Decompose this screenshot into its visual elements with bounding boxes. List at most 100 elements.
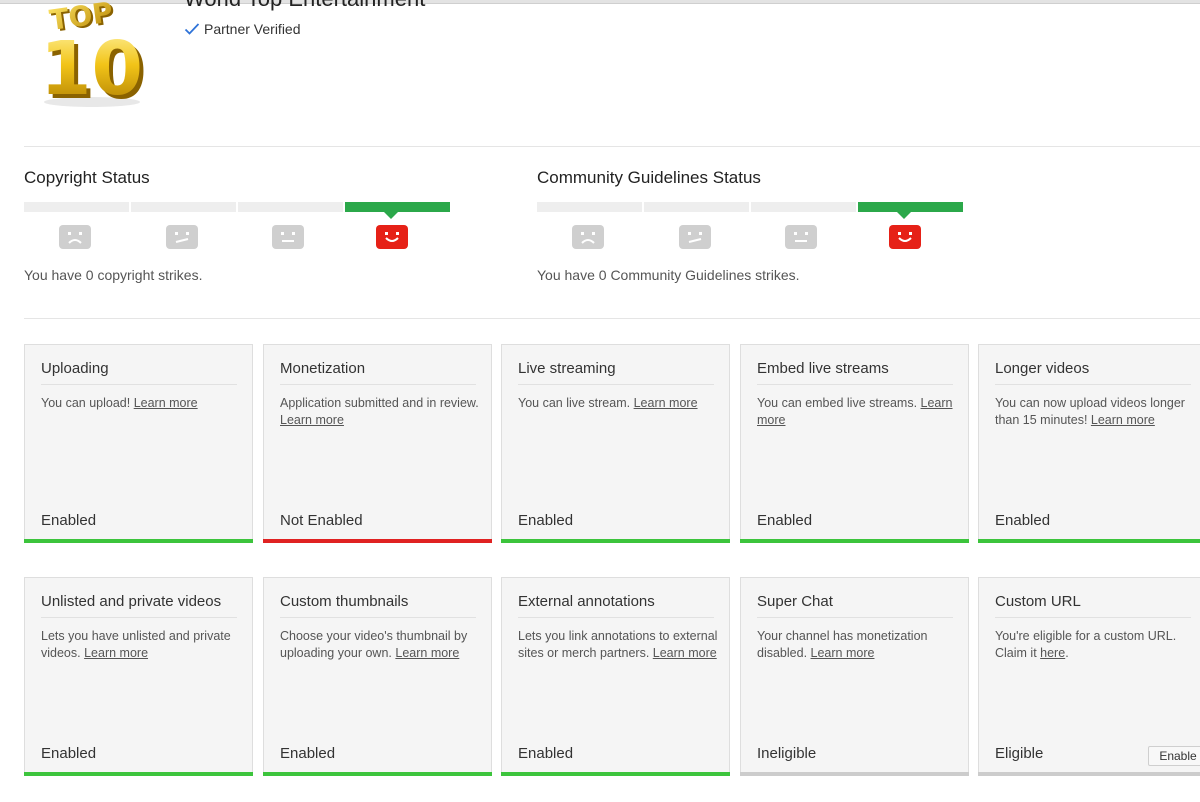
card-description: Lets you link annotations to external si… xyxy=(518,628,723,662)
neutral-face-icon xyxy=(785,225,817,249)
card-status: Ineligible xyxy=(757,745,817,762)
card-title: Custom thumbnails xyxy=(280,593,476,618)
meter-segment xyxy=(131,202,236,212)
learn-more-link[interactable]: Learn more xyxy=(134,396,198,410)
card-desc-text: You can live stream. xyxy=(518,396,631,410)
status-bar-ineligible xyxy=(740,772,969,776)
card-description: You can now upload videos longer than 15… xyxy=(995,395,1200,429)
meter-segment-active xyxy=(858,202,963,212)
card-description: You can embed live streams. Learn more xyxy=(757,395,962,429)
meter-segment xyxy=(537,202,642,212)
community-strikes-text: You have 0 Community Guidelines strikes. xyxy=(537,267,800,283)
card-status: Enabled xyxy=(995,512,1051,529)
card-title: Monetization xyxy=(280,360,476,385)
card-desc-after: . xyxy=(1065,646,1069,660)
learn-more-link[interactable]: Learn more xyxy=(280,413,344,427)
card-status: Enabled xyxy=(41,745,97,762)
card-desc-text: You're eligible for a custom URL. Claim … xyxy=(995,629,1177,660)
meter-segment xyxy=(238,202,343,212)
copyright-strikes-text: You have 0 copyright strikes. xyxy=(24,267,203,283)
svg-text:10: 10 xyxy=(40,26,143,108)
feature-card-uploading: Uploading You can upload! Learn more Ena… xyxy=(24,344,253,543)
claim-here-link[interactable]: here xyxy=(1040,646,1065,660)
happy-face-icon xyxy=(376,225,408,249)
divider xyxy=(24,318,1200,319)
community-status-title: Community Guidelines Status xyxy=(537,168,761,187)
card-title: Uploading xyxy=(41,360,237,385)
feature-card-monetization: Monetization Application submitted and i… xyxy=(263,344,492,543)
feature-card-live-streaming: Live streaming You can live stream. Lear… xyxy=(501,344,730,543)
card-description: You can live stream. Learn more xyxy=(518,395,723,412)
feature-card-external-annotations: External annotations Lets you link annot… xyxy=(501,577,730,776)
top-divider xyxy=(0,0,1200,4)
status-bar-enabled xyxy=(24,539,253,543)
divider xyxy=(24,146,1200,147)
copyright-status-title: Copyright Status xyxy=(24,168,150,187)
card-title: Live streaming xyxy=(518,360,714,385)
card-title: Super Chat xyxy=(757,593,953,618)
card-title: Embed live streams xyxy=(757,360,953,385)
card-desc-text: You can embed live streams. xyxy=(757,396,918,410)
meh-face-icon xyxy=(166,225,198,249)
status-bar-enabled xyxy=(978,539,1200,543)
status-bar-not-enabled xyxy=(263,539,492,543)
status-bar-enabled xyxy=(501,539,730,543)
status-faces xyxy=(24,216,450,250)
card-status: Enabled xyxy=(41,512,97,529)
learn-more-link[interactable]: Learn more xyxy=(84,646,148,660)
feature-card-custom-thumbnails: Custom thumbnails Choose your video's th… xyxy=(263,577,492,776)
neutral-face-icon xyxy=(272,225,304,249)
feature-card-embed-live-streams: Embed live streams You can embed live st… xyxy=(740,344,969,543)
enable-button[interactable]: Enable xyxy=(1148,746,1200,766)
verified-label: Partner Verified xyxy=(204,21,301,37)
feature-card-unlisted-private-videos: Unlisted and private videos Lets you hav… xyxy=(24,577,253,776)
card-title: Longer videos xyxy=(995,360,1191,385)
card-status: Enabled xyxy=(518,512,574,529)
card-description: Your channel has monetization disabled. … xyxy=(757,628,962,662)
card-desc-text: You can upload! xyxy=(41,396,131,410)
meter-segment xyxy=(24,202,129,212)
feature-card-longer-videos: Longer videos You can now upload videos … xyxy=(978,344,1200,543)
card-status: Eligible xyxy=(995,745,1044,762)
card-status: Enabled xyxy=(518,745,574,762)
community-meter xyxy=(537,202,963,219)
card-title: Custom URL xyxy=(995,593,1191,618)
sad-face-icon xyxy=(572,225,604,249)
meh-face-icon xyxy=(679,225,711,249)
status-bar-eligible xyxy=(978,772,1200,776)
status-bar-enabled xyxy=(24,772,253,776)
meter-segment xyxy=(751,202,856,212)
card-description: Application submitted and in review. Lea… xyxy=(280,395,485,429)
card-status: Enabled xyxy=(757,512,813,529)
feature-card-super-chat: Super Chat Your channel has monetization… xyxy=(740,577,969,776)
card-title: Unlisted and private videos xyxy=(41,593,237,618)
channel-logo: TOP TOP 10 10 xyxy=(30,0,148,116)
checkmark-icon xyxy=(184,22,200,36)
copyright-meter xyxy=(24,202,450,219)
community-guidelines-status: Community Guidelines Status You have 0 C… xyxy=(537,168,963,283)
meter-segment xyxy=(644,202,749,212)
channel-name: World Top Entertainment xyxy=(184,0,425,12)
status-bar-enabled xyxy=(740,539,969,543)
meter-segment-active xyxy=(345,202,450,212)
card-description: You can upload! Learn more xyxy=(41,395,246,412)
learn-more-link[interactable]: Learn more xyxy=(811,646,875,660)
sad-face-icon xyxy=(59,225,91,249)
card-title: External annotations xyxy=(518,593,714,618)
happy-face-icon xyxy=(889,225,921,249)
learn-more-link[interactable]: Learn more xyxy=(653,646,717,660)
card-description: You're eligible for a custom URL. Claim … xyxy=(995,628,1200,662)
status-faces xyxy=(537,216,963,250)
partner-verified: Partner Verified xyxy=(184,21,301,37)
card-status: Enabled xyxy=(280,745,336,762)
status-bar-enabled xyxy=(263,772,492,776)
copyright-status: Copyright Status You have 0 copyright st… xyxy=(24,168,450,283)
learn-more-link[interactable]: Learn more xyxy=(395,646,459,660)
card-desc-text: Application submitted and in review. xyxy=(280,396,479,410)
status-bar-enabled xyxy=(501,772,730,776)
card-description: Lets you have unlisted and private video… xyxy=(41,628,246,662)
learn-more-link[interactable]: Learn more xyxy=(634,396,698,410)
channel-status-page: TOP TOP 10 10 World Top Entertainment Pa… xyxy=(0,0,1200,802)
feature-card-custom-url: Custom URL You're eligible for a custom … xyxy=(978,577,1200,776)
learn-more-link[interactable]: Learn more xyxy=(1091,413,1155,427)
